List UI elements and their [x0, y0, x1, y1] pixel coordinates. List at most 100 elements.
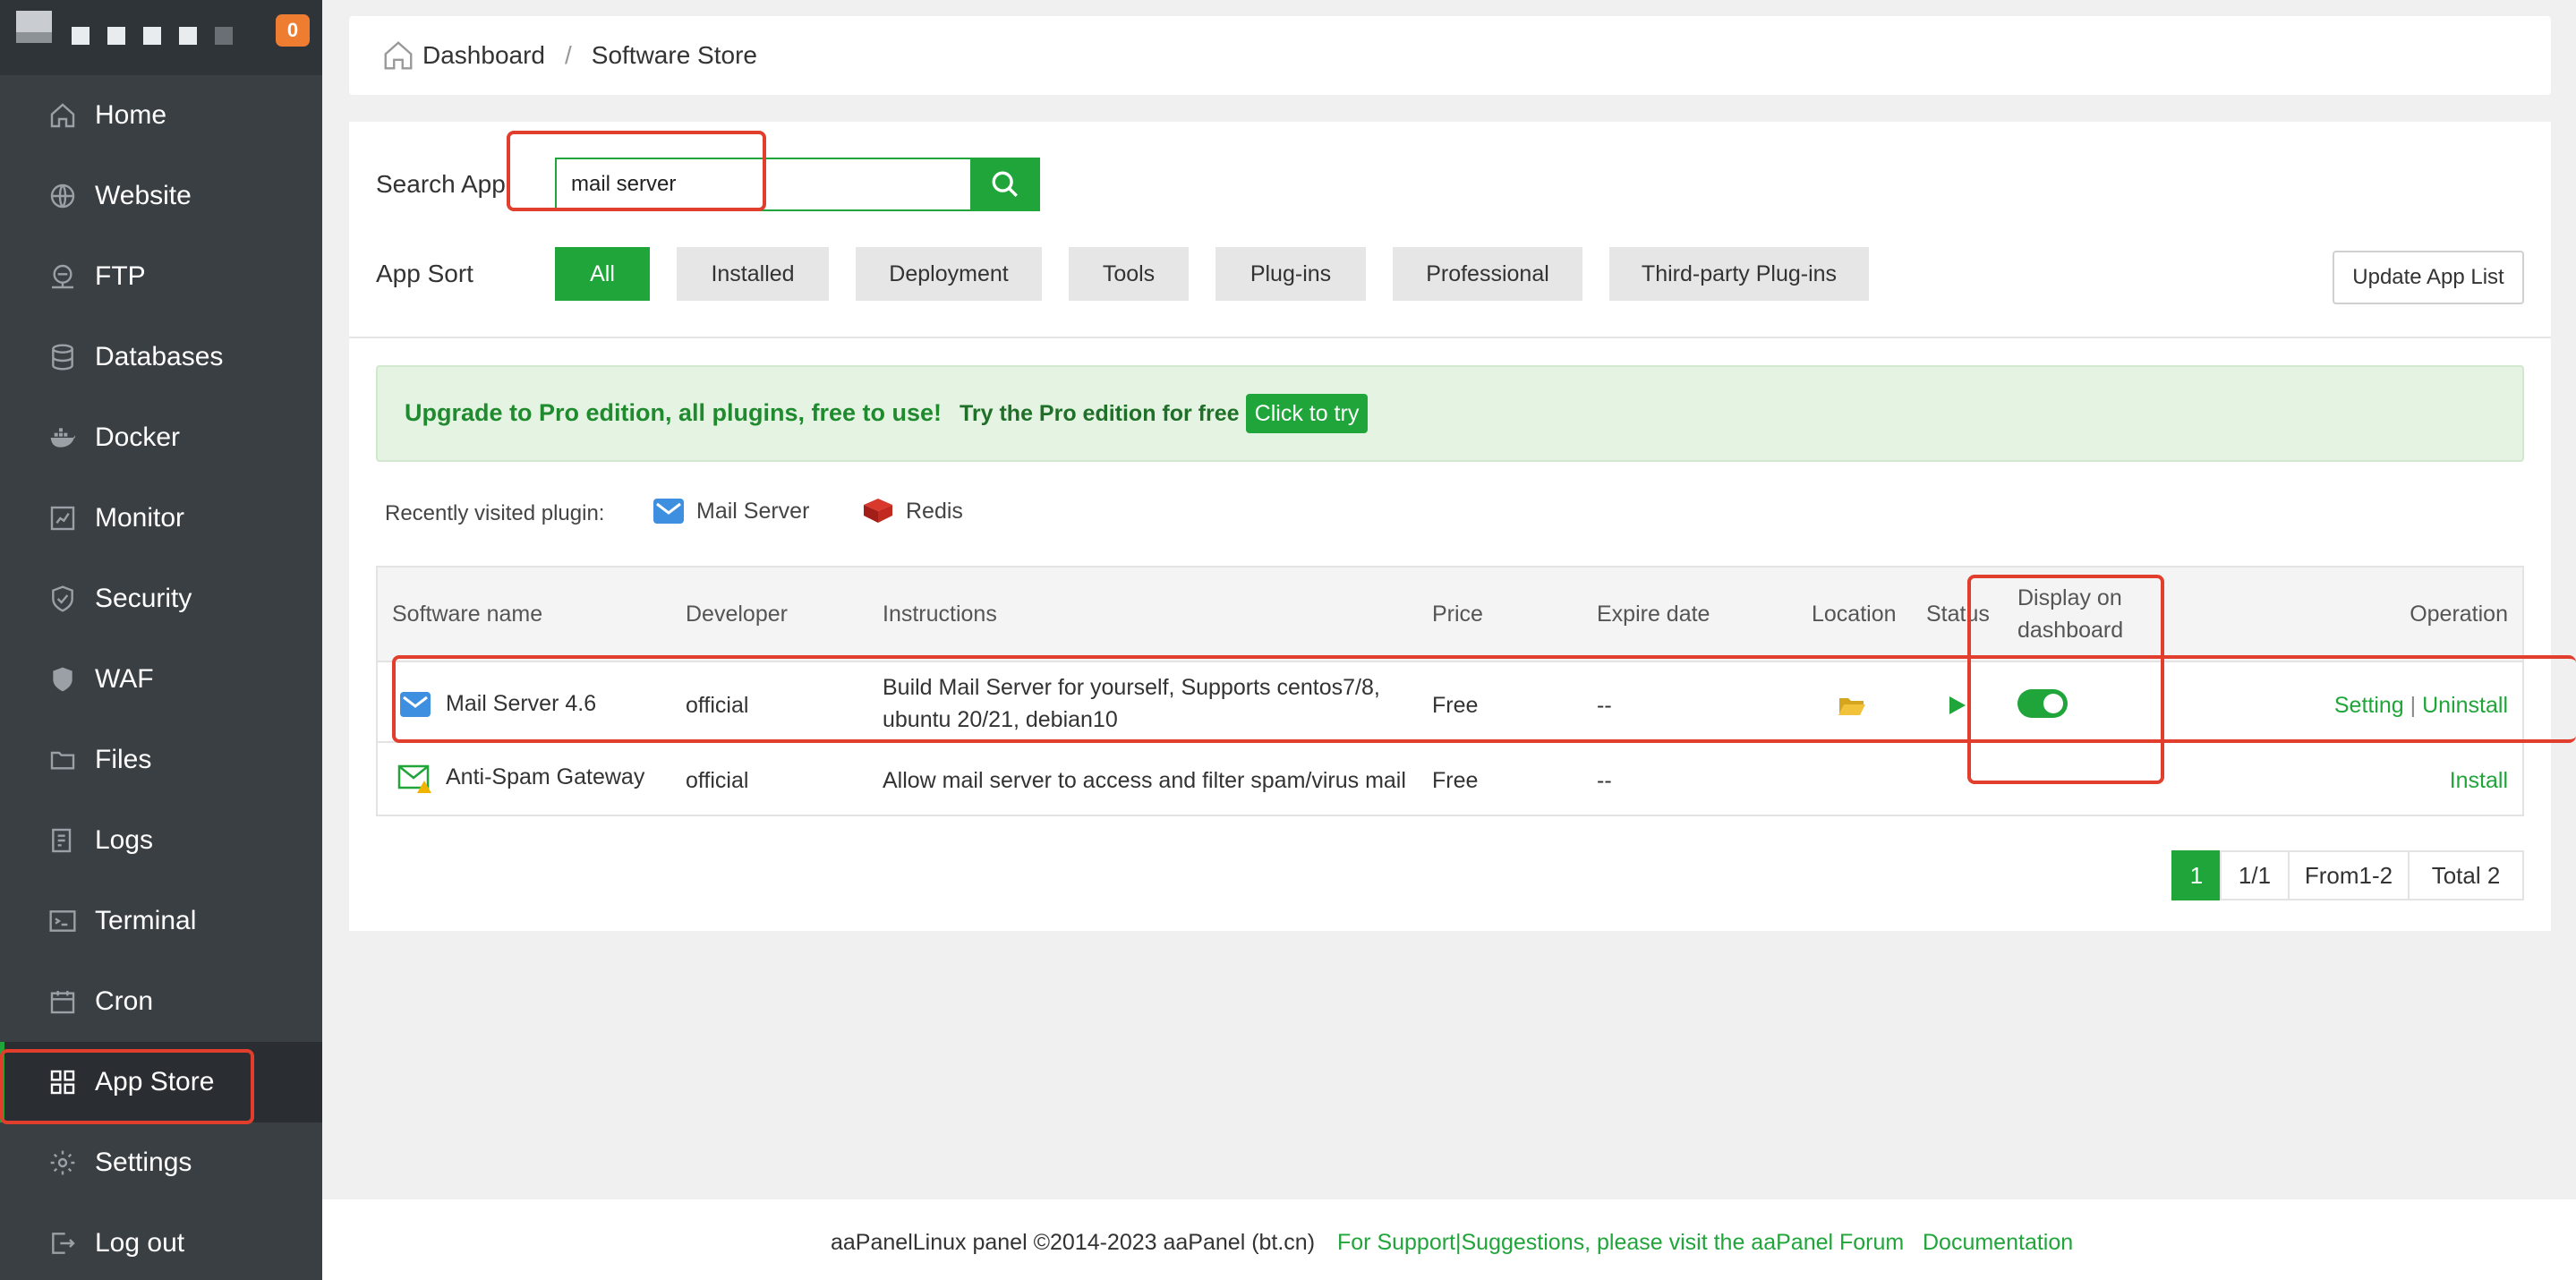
sidebar-item-settings[interactable]: Settings	[0, 1122, 322, 1203]
header-status: Status	[1926, 602, 1990, 627]
install-link[interactable]: Install	[2450, 768, 2508, 794]
software-table: Software name Developer Instructions Pri…	[376, 566, 2524, 816]
price: Free	[1432, 768, 1479, 793]
search-button[interactable]	[970, 158, 1040, 211]
redis-icon	[864, 499, 892, 523]
sidebar-item-website[interactable]: Website	[0, 156, 322, 236]
expire-date: --	[1597, 768, 1612, 793]
sidebar-item-terminal[interactable]: Terminal	[0, 881, 322, 961]
setting-link[interactable]: Setting	[2334, 693, 2404, 718]
divider	[349, 337, 2551, 338]
home-icon	[384, 41, 413, 70]
breadcrumb-current: Software Store	[591, 41, 757, 69]
operation-links: Setting | Uninstall	[2334, 693, 2508, 719]
header-price: Price	[1432, 602, 1483, 627]
price: Free	[1432, 693, 1479, 718]
footer: aaPanelLinux panel ©2014-2023 aaPanel (b…	[322, 1199, 2576, 1280]
sidebar-item-label: Home	[95, 100, 167, 130]
header-instructions: Instructions	[883, 602, 997, 627]
promo-trial-text: Try the Pro edition for free	[960, 401, 1240, 426]
display-on-dashboard-toggle[interactable]	[2017, 689, 2068, 718]
sidebar-item-label: Log out	[95, 1228, 185, 1258]
update-app-list-button[interactable]: Update App List	[2333, 251, 2524, 304]
gear-icon	[47, 1147, 79, 1179]
search-input[interactable]: mail server	[555, 158, 970, 211]
logo-dot	[215, 27, 233, 45]
page-current[interactable]: 1	[2171, 850, 2222, 900]
footer-docs-link[interactable]: Documentation	[1923, 1230, 2073, 1256]
sidebar-item-docker[interactable]: Docker	[0, 397, 322, 478]
uninstall-link[interactable]: Uninstall	[2422, 693, 2508, 718]
sidebar-item-databases[interactable]: Databases	[0, 317, 322, 397]
software-store-panel: Search App mail server App Sort All Inst…	[349, 122, 2576, 931]
search-label: Search App	[376, 170, 506, 198]
logout-icon	[47, 1227, 79, 1259]
expire-date: --	[1597, 693, 1612, 718]
mail-icon	[653, 499, 684, 524]
page-range: From1-2	[2288, 850, 2410, 900]
sidebar-item-label: Docker	[95, 422, 181, 452]
operation-separator: |	[2410, 693, 2417, 718]
sidebar-item-label: FTP	[95, 261, 146, 291]
notification-badge[interactable]: 0	[276, 14, 310, 47]
breadcrumb-home[interactable]: Dashboard	[422, 41, 545, 70]
play-icon[interactable]	[1948, 695, 1967, 716]
sort-tools[interactable]: Tools	[1069, 247, 1189, 301]
folder-icon	[47, 744, 79, 776]
sidebar-item-label: Settings	[95, 1148, 192, 1177]
sidebar-item-home[interactable]: Home	[0, 75, 322, 156]
sidebar-item-monitor[interactable]: Monitor	[0, 478, 322, 559]
pro-promo-banner: Upgrade to Pro edition, all plugins, fre…	[376, 365, 2524, 462]
sidebar-item-label: Files	[95, 745, 152, 774]
open-folder-icon[interactable]	[1838, 695, 1865, 716]
footer-copyright: aaPanelLinux panel ©2014-2023 aaPanel (b…	[831, 1230, 1316, 1255]
sidebar-item-waf[interactable]: WAF	[0, 639, 322, 720]
recent-plugin-mail-server[interactable]: Mail Server	[652, 496, 809, 526]
header-dashboard: dashboard	[2017, 618, 2124, 643]
promo-headline: Upgrade to Pro edition, all plugins, fre…	[405, 399, 943, 426]
header-location: Location	[1812, 602, 1897, 627]
sidebar-item-label: WAF	[95, 664, 154, 694]
globe-icon	[47, 180, 79, 212]
sidebar-item-ftp[interactable]: FTP	[0, 236, 322, 317]
sort-professional[interactable]: Professional	[1393, 247, 1582, 301]
sidebar-item-logs[interactable]: Logs	[0, 800, 322, 881]
sort-deployment[interactable]: Deployment	[856, 247, 1042, 301]
sidebar-item-label: Website	[95, 181, 192, 210]
developer: official	[686, 768, 749, 793]
sort-label: App Sort	[376, 260, 473, 287]
sidebar-item-security[interactable]: Security	[0, 559, 322, 639]
table-row: Mail Server 4.6 official Build Mail Serv…	[378, 662, 2522, 743]
home-icon	[47, 99, 79, 132]
sidebar-item-logout[interactable]: Log out	[0, 1203, 322, 1280]
sidebar-item-label: Security	[95, 584, 192, 613]
sort-plugins[interactable]: Plug-ins	[1215, 247, 1366, 301]
header-display-on: Display on	[2017, 585, 2122, 610]
recent-plugins-label: Recently visited plugin:	[385, 501, 605, 525]
sort-all[interactable]: All	[555, 247, 650, 301]
page-total: Total 2	[2408, 850, 2524, 900]
sort-installed[interactable]: Installed	[677, 247, 829, 301]
shield-icon	[47, 583, 79, 615]
header-software-name: Software name	[392, 602, 543, 627]
software-name[interactable]: Anti-Spam Gateway	[446, 764, 644, 790]
spam-mail-icon	[397, 764, 431, 793]
breadcrumb-separator: /	[564, 41, 572, 69]
sort-third-party[interactable]: Third-party Plug-ins	[1609, 247, 1869, 301]
header-operation: Operation	[2410, 602, 2508, 627]
footer-forum-link[interactable]: For Support|Suggestions, please visit th…	[1337, 1230, 1904, 1256]
software-name[interactable]: Mail Server 4.6	[446, 691, 596, 717]
table-row: Anti-Spam Gateway official Allow mail se…	[378, 743, 2522, 815]
mail-icon	[400, 692, 431, 717]
recent-plugin-label: Redis	[906, 498, 963, 524]
sidebar-item-label: App Store	[95, 1067, 215, 1097]
terminal-icon	[47, 905, 79, 937]
sidebar-item-app-store[interactable]: App Store	[0, 1042, 322, 1122]
recent-plugin-redis[interactable]: Redis	[861, 496, 963, 526]
sidebar-item-label: Monitor	[95, 503, 185, 533]
click-to-try-button[interactable]: Click to try	[1246, 394, 1368, 433]
sidebar-item-files[interactable]: Files	[0, 720, 322, 800]
sidebar-item-cron[interactable]: Cron	[0, 961, 322, 1042]
recent-plugin-label: Mail Server	[696, 498, 810, 524]
sidebar-item-label: Databases	[95, 342, 224, 371]
